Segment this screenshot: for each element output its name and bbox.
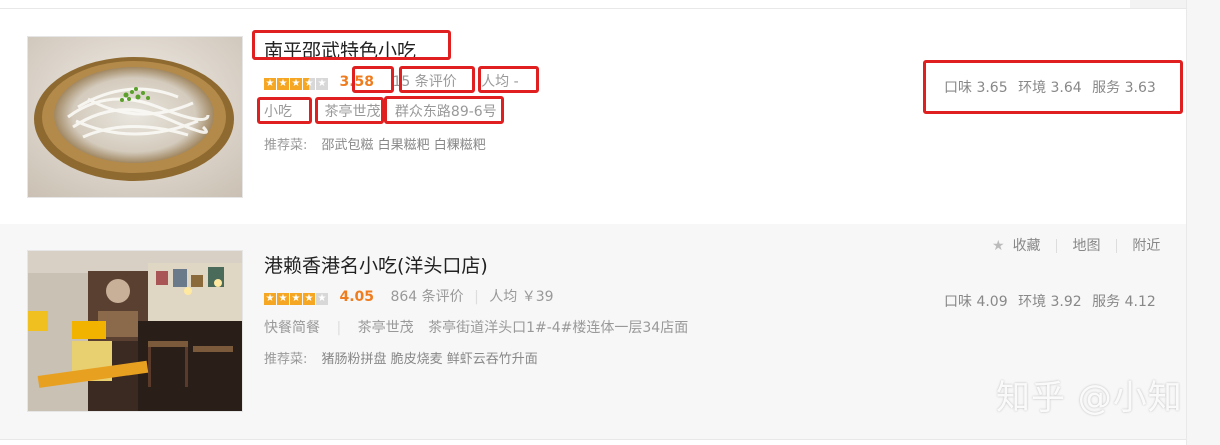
recommend-dishes[interactable]: 猪肠粉拼盘 脆皮烧麦 鲜虾云吞竹升面 xyxy=(322,352,538,367)
shop-name[interactable]: 港赖香港名小吃(洋头口店) xyxy=(264,251,488,278)
recommend-label: 推荐菜: xyxy=(264,138,308,153)
star-icon: ★ xyxy=(290,293,302,305)
shop-photo[interactable] xyxy=(27,36,243,198)
star-icon: ★ xyxy=(992,238,1005,254)
area-tag[interactable]: 茶亭世茂 xyxy=(358,320,414,336)
map-link[interactable]: 地图 xyxy=(1072,235,1100,255)
restaurant-storefront-photo-icon xyxy=(28,251,242,411)
environment-rating: 环境 3.92 xyxy=(1018,294,1082,310)
rating-row: ★ ★ ★ ★ ★ 4.05 864 条评价 | 人均 ￥39 xyxy=(264,286,554,306)
recommend-dishes[interactable]: 邵武包糍 白果糍粑 白粿糍粑 xyxy=(322,138,486,153)
divider: | xyxy=(336,320,342,336)
watermark: 知乎 @小知 xyxy=(996,378,1183,418)
recommend-row: 推荐菜: 猪肠粉拼盘 脆皮烧麦 鲜虾云吞竹升面 xyxy=(264,348,538,367)
nearby-link[interactable]: 附近 xyxy=(1132,235,1160,255)
taste-rating: 口味 4.09 xyxy=(944,294,1008,310)
star-rating: ★ ★ ★ ★ ★ xyxy=(264,289,329,305)
star-half-icon: ★ xyxy=(303,78,315,90)
sub-ratings: 口味 4.09 环境 3.92 服务 4.12 xyxy=(944,291,1156,311)
score: 4.05 xyxy=(339,289,374,305)
favorite-button[interactable]: ★ 收藏 xyxy=(992,235,1041,255)
tag-row: 快餐简餐 | 茶亭世茂 茶亭街道洋头口1#-4#楼连体一层34店面 xyxy=(264,317,688,337)
favorite-label: 收藏 xyxy=(1012,238,1041,254)
star-icon: ★ xyxy=(303,293,315,305)
highlight-box-address xyxy=(384,96,504,124)
scrollbar[interactable] xyxy=(1186,0,1220,445)
star-icon: ★ xyxy=(264,78,276,90)
address: 茶亭街道洋头口1#-4#楼连体一层34店面 xyxy=(428,320,689,336)
star-icon: ★ xyxy=(277,293,289,305)
star-empty-icon: ★ xyxy=(316,78,328,90)
highlight-box-price xyxy=(478,66,539,93)
star-empty-icon: ★ xyxy=(316,293,328,305)
highlight-box-ratings xyxy=(923,60,1183,114)
review-count[interactable]: 864 条评价 xyxy=(390,289,463,305)
highlight-box-score xyxy=(352,66,394,93)
highlight-box-category xyxy=(257,97,312,124)
shop-photo[interactable] xyxy=(27,250,243,412)
shop-actions: ★ 收藏 地图 附近 xyxy=(992,235,1160,255)
top-band xyxy=(1130,0,1186,8)
service-rating: 服务 4.12 xyxy=(1092,294,1156,310)
noodle-bowl-photo-icon xyxy=(28,37,242,197)
divider: | xyxy=(474,289,479,305)
category-tag[interactable]: 快餐简餐 xyxy=(264,320,320,336)
divider xyxy=(1115,239,1117,253)
star-icon: ★ xyxy=(264,293,276,305)
recommend-row: 推荐菜: 邵武包糍 白果糍粑 白粿糍粑 xyxy=(264,134,486,153)
star-icon: ★ xyxy=(290,78,302,90)
star-rating: ★ ★ ★ ★ ★ xyxy=(264,74,329,90)
recommend-label: 推荐菜: xyxy=(264,352,308,367)
divider xyxy=(1056,239,1058,253)
average-price: 人均 ￥39 xyxy=(489,289,554,305)
highlight-box-area xyxy=(315,97,384,124)
star-icon: ★ xyxy=(277,78,289,90)
shop-card: 南平邵武特色小吃 ★ ★ ★ ★ ★ 3.58 15 条评价 人均 - 小吃 茶亭世茂 … xyxy=(0,8,1186,225)
highlight-box-name xyxy=(252,30,451,60)
highlight-box-reviews xyxy=(399,66,475,93)
